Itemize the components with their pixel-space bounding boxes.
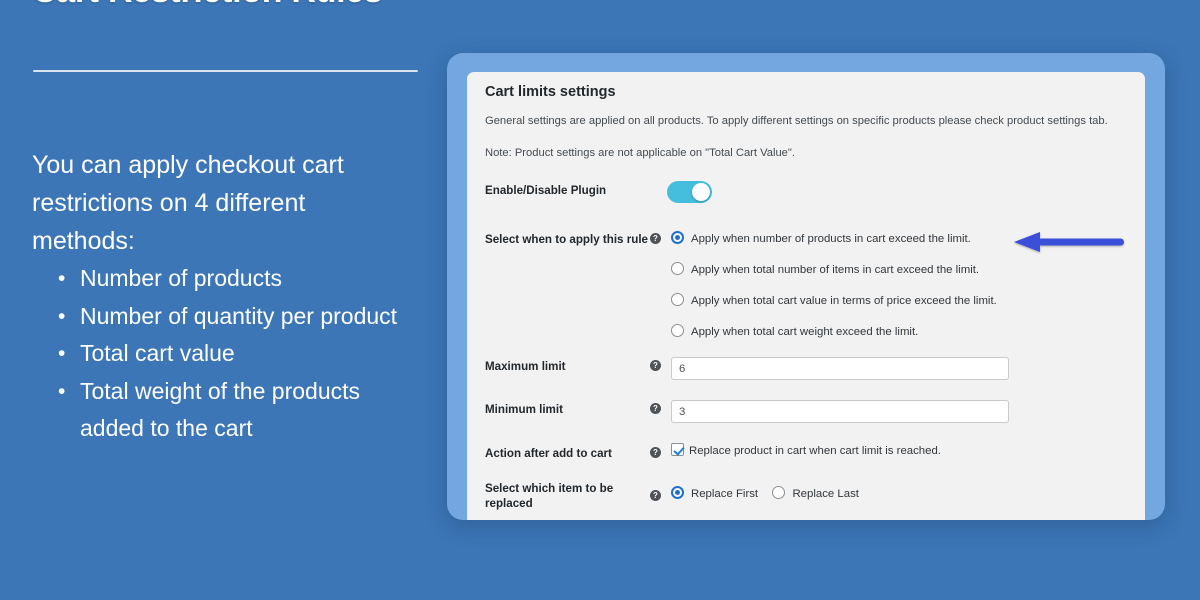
title-divider bbox=[33, 70, 418, 72]
minimum-limit-label: Minimum limit bbox=[485, 403, 563, 416]
help-icon[interactable]: ? bbox=[650, 403, 661, 414]
maximum-limit-input[interactable] bbox=[671, 357, 1009, 380]
maximum-limit-label: Maximum limit bbox=[485, 360, 566, 373]
rule-option-label: Apply when number of products in cart ex… bbox=[691, 233, 971, 245]
replace-product-checkbox[interactable]: Replace product in cart when cart limit … bbox=[671, 443, 941, 457]
radio-icon bbox=[772, 486, 786, 499]
rule-option-label: Apply when total cart weight exceed the … bbox=[691, 326, 919, 338]
panel-description-general: General settings are applied on all prod… bbox=[485, 115, 1108, 127]
rule-option-1[interactable]: Apply when total number of items in cart… bbox=[671, 262, 979, 276]
replace-order-radio-group[interactable]: Replace First Replace Last bbox=[671, 486, 859, 500]
apply-rule-label: Select when to apply this rule bbox=[485, 233, 648, 246]
toggle-knob bbox=[692, 183, 710, 201]
replace-last-option[interactable]: Replace Last bbox=[772, 486, 859, 500]
page-title: Cart Restriction Rules bbox=[32, 0, 432, 11]
help-icon[interactable]: ? bbox=[650, 233, 661, 244]
radio-icon bbox=[671, 262, 684, 275]
checkbox-icon-checked bbox=[671, 443, 684, 456]
replace-first-label: Replace First bbox=[691, 488, 759, 500]
panel-description-note: Note: Product settings are not applicabl… bbox=[485, 147, 795, 159]
action-after-add-label: Action after add to cart bbox=[485, 447, 612, 460]
list-item: Total weight of the products added to th… bbox=[56, 373, 416, 448]
select-replaced-item-label: Select which item to be replaced bbox=[485, 482, 614, 510]
radio-icon bbox=[671, 324, 684, 337]
replace-product-checkbox-label: Replace product in cart when cart limit … bbox=[689, 445, 941, 457]
rule-option-0[interactable]: Apply when number of products in cart ex… bbox=[671, 231, 971, 245]
panel-title: Cart limits settings bbox=[485, 84, 616, 100]
rule-option-label: Apply when total number of items in cart… bbox=[691, 264, 980, 276]
help-icon[interactable]: ? bbox=[650, 490, 661, 501]
help-icon[interactable]: ? bbox=[650, 360, 661, 371]
radio-icon bbox=[671, 293, 684, 306]
rule-option-2[interactable]: Apply when total cart value in terms of … bbox=[671, 293, 997, 307]
replace-first-option[interactable]: Replace First bbox=[671, 486, 759, 500]
slide-bullet-list: Number of products Number of quantity pe… bbox=[56, 260, 416, 448]
slide-text-column: Cart Restriction Rules You can apply che… bbox=[0, 0, 452, 600]
list-item: Total cart value bbox=[56, 335, 416, 373]
list-item: Number of quantity per product bbox=[56, 298, 416, 336]
list-item: Number of products bbox=[56, 260, 416, 298]
annotation-arrow-icon bbox=[1014, 232, 1124, 252]
rule-option-label: Apply when total cart value in terms of … bbox=[691, 295, 997, 307]
replace-last-label: Replace Last bbox=[792, 488, 859, 500]
minimum-limit-input[interactable] bbox=[671, 400, 1009, 423]
rule-option-3[interactable]: Apply when total cart weight exceed the … bbox=[671, 324, 918, 338]
enable-plugin-toggle[interactable] bbox=[667, 181, 712, 203]
help-icon[interactable]: ? bbox=[650, 447, 661, 458]
enable-plugin-label: Enable/Disable Plugin bbox=[485, 184, 607, 197]
screenshot-frame: Cart limits settings General settings ar… bbox=[447, 53, 1165, 520]
cart-limits-settings-panel: Cart limits settings General settings ar… bbox=[467, 72, 1145, 520]
slide-lead-paragraph: You can apply checkout cart restrictions… bbox=[32, 151, 344, 255]
radio-icon-selected bbox=[671, 231, 684, 244]
radio-icon-selected bbox=[671, 486, 684, 499]
